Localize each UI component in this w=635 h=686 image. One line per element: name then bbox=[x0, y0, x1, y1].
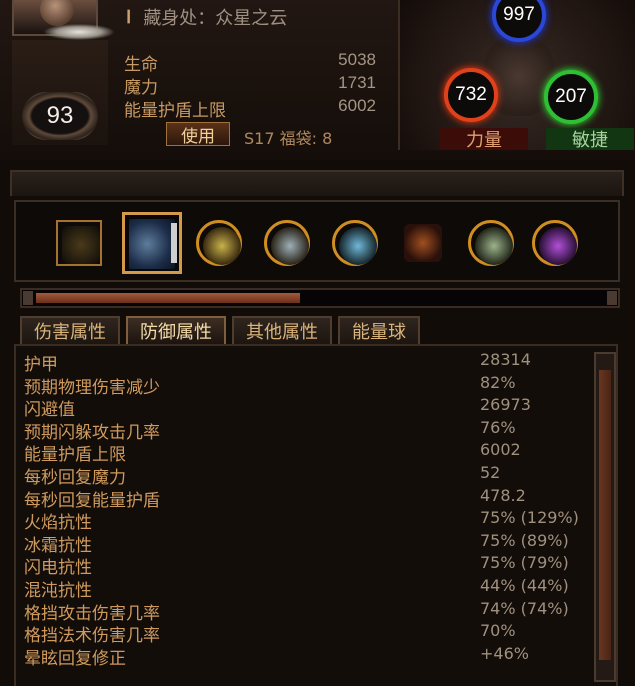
intelligence-orb: 997 bbox=[492, 0, 546, 42]
stat-label: 混沌抗性 bbox=[24, 581, 92, 601]
stat-value: 478.2 bbox=[480, 485, 526, 505]
attribute-panel: 997 732 207 力量 敏捷 bbox=[398, 0, 635, 151]
stat-row: 火焰抗性 75% (129%) bbox=[24, 508, 584, 534]
stat-row: 冰霜抗性 75% (89%) bbox=[24, 530, 584, 556]
skill-icon-strip bbox=[14, 200, 620, 282]
stat-label: 格挡法术伤害几率 bbox=[24, 626, 160, 647]
portrait-face bbox=[40, 0, 74, 26]
strength-orb: 732 bbox=[444, 68, 498, 122]
stat-row: 每秒回复魔力 52 bbox=[24, 463, 584, 488]
hideout-row[interactable]: Ⅰ 藏身处：众星之云 bbox=[126, 4, 287, 30]
stat-label: 闪电抗性 bbox=[24, 558, 92, 579]
stats-scroll-thumb[interactable] bbox=[599, 370, 611, 660]
skill-scrollbar[interactable] bbox=[20, 288, 620, 308]
strength-label: 力量 bbox=[440, 128, 528, 151]
stat-label: 每秒回复魔力 bbox=[24, 468, 126, 488]
details-panel: 伤害属性 防御属性 其他属性 能量球 护甲 28314 预期物理伤害减少 82% 闪避值… bbox=[0, 160, 635, 686]
purple-lightning-icon[interactable] bbox=[532, 220, 578, 266]
stat-value: 28314 bbox=[480, 350, 531, 369]
stat-label: 闪避值 bbox=[24, 400, 75, 421]
skill-icon-blue[interactable] bbox=[122, 212, 182, 274]
scroll-right-knob[interactable] bbox=[607, 291, 617, 305]
ice-ring-icon[interactable] bbox=[332, 220, 378, 266]
stat-value: 75% (89%) bbox=[480, 530, 569, 550]
character-portrait[interactable] bbox=[12, 0, 114, 40]
stat-value: 75% (79%) bbox=[480, 553, 569, 573]
lightning-ring-icon[interactable] bbox=[196, 220, 242, 266]
stat-label: 晕眩回复修正 bbox=[24, 648, 126, 669]
spectral-ring-icon[interactable] bbox=[264, 220, 310, 266]
defense-stats-list: 护甲 28314 预期物理伤害减少 82% 闪避值 26973 预期闪躲攻击几率 76% 能量护… bbox=[14, 344, 618, 686]
tab-orbs[interactable]: 能量球 bbox=[338, 316, 420, 344]
stat-energy-shield-label: 能量护盾上限 bbox=[124, 101, 226, 121]
stat-value: 75% (129%) bbox=[480, 508, 579, 528]
stat-value: 74% (74%) bbox=[480, 598, 569, 618]
fire-skill-icon[interactable] bbox=[400, 220, 446, 266]
stat-value: 70% bbox=[480, 621, 516, 641]
stats-scrollbar[interactable] bbox=[594, 352, 616, 682]
stat-label: 冰霜抗性 bbox=[24, 535, 92, 556]
character-panel: 93 Ⅰ 藏身处：众星之云 生命 5038 魔力 1731 能量护盾上限 600… bbox=[0, 0, 635, 160]
hideout-name: 藏身处：众星之云 bbox=[143, 8, 288, 29]
stat-label: 预期闪躲攻击几率 bbox=[24, 422, 160, 443]
stat-row: 每秒回复能量护盾 478.2 bbox=[24, 485, 584, 511]
stat-label: 格挡攻击伤害几率 bbox=[24, 603, 160, 624]
stat-life-value: 5038 bbox=[338, 50, 376, 69]
scroll-left-knob[interactable] bbox=[23, 291, 33, 305]
stat-mana-label: 魔力 bbox=[124, 78, 158, 98]
stat-row: 护甲 28314 bbox=[24, 350, 584, 375]
stat-value: 6002 bbox=[480, 440, 521, 460]
stat-energy-shield: 能量护盾上限 6002 bbox=[124, 96, 376, 121]
stat-label: 每秒回复能量护盾 bbox=[24, 490, 160, 511]
sword-icon[interactable] bbox=[56, 220, 102, 266]
frame-header bbox=[10, 170, 624, 196]
stat-row: 混沌抗性 44% (44%) bbox=[24, 576, 584, 601]
stat-row: 晕眩回复修正 +46% bbox=[24, 643, 584, 669]
stat-row: 闪避值 26973 bbox=[24, 395, 584, 421]
stat-life: 生命 5038 bbox=[124, 50, 376, 75]
stat-row: 闪电抗性 75% (79%) bbox=[24, 553, 584, 579]
tab-other[interactable]: 其他属性 bbox=[232, 316, 332, 344]
stat-row: 能量护盾上限 6002 bbox=[24, 440, 584, 466]
level-value: 93 bbox=[46, 102, 74, 129]
wing-badge-icon bbox=[44, 24, 114, 40]
dexterity-label: 敏捷 bbox=[546, 128, 634, 151]
stat-row: 格挡法术伤害几率 70% bbox=[24, 621, 584, 647]
season-bag-text: S17 福袋: 8 bbox=[244, 129, 333, 148]
nature-ring-icon[interactable] bbox=[468, 220, 514, 266]
stat-life-label: 生命 bbox=[124, 55, 158, 75]
stat-row: 预期物理伤害减少 82% bbox=[24, 372, 584, 398]
stat-value: 26973 bbox=[480, 395, 531, 415]
stat-label: 能量护盾上限 bbox=[24, 445, 126, 466]
stat-label: 火焰抗性 bbox=[24, 513, 92, 534]
use-button[interactable]: 使用 bbox=[166, 122, 230, 147]
stat-value: 82% bbox=[480, 372, 516, 392]
stat-row: 格挡攻击伤害几率 74% (74%) bbox=[24, 598, 584, 624]
stat-row: 预期闪躲攻击几率 76% bbox=[24, 417, 584, 443]
stat-energy-shield-value: 6002 bbox=[338, 96, 376, 115]
stat-value: 44% (44%) bbox=[480, 576, 569, 595]
tab-defense[interactable]: 防御属性 bbox=[126, 316, 226, 344]
stat-value: 76% bbox=[480, 417, 516, 437]
dexterity-orb: 207 bbox=[544, 70, 598, 124]
stat-value: +46% bbox=[480, 643, 529, 663]
stat-label: 护甲 bbox=[24, 355, 58, 375]
scroll-fill[interactable] bbox=[36, 293, 300, 303]
level-badge: 93 bbox=[22, 92, 98, 140]
stat-label: 预期物理伤害减少 bbox=[24, 377, 160, 398]
stat-mana-value: 1731 bbox=[338, 73, 376, 92]
stat-tabs: 伤害属性 防御属性 其他属性 能量球 bbox=[20, 316, 420, 344]
stat-mana: 魔力 1731 bbox=[124, 73, 376, 98]
stat-value: 52 bbox=[480, 463, 501, 482]
hideout-tier: Ⅰ bbox=[126, 6, 132, 27]
tab-damage[interactable]: 伤害属性 bbox=[20, 316, 120, 344]
